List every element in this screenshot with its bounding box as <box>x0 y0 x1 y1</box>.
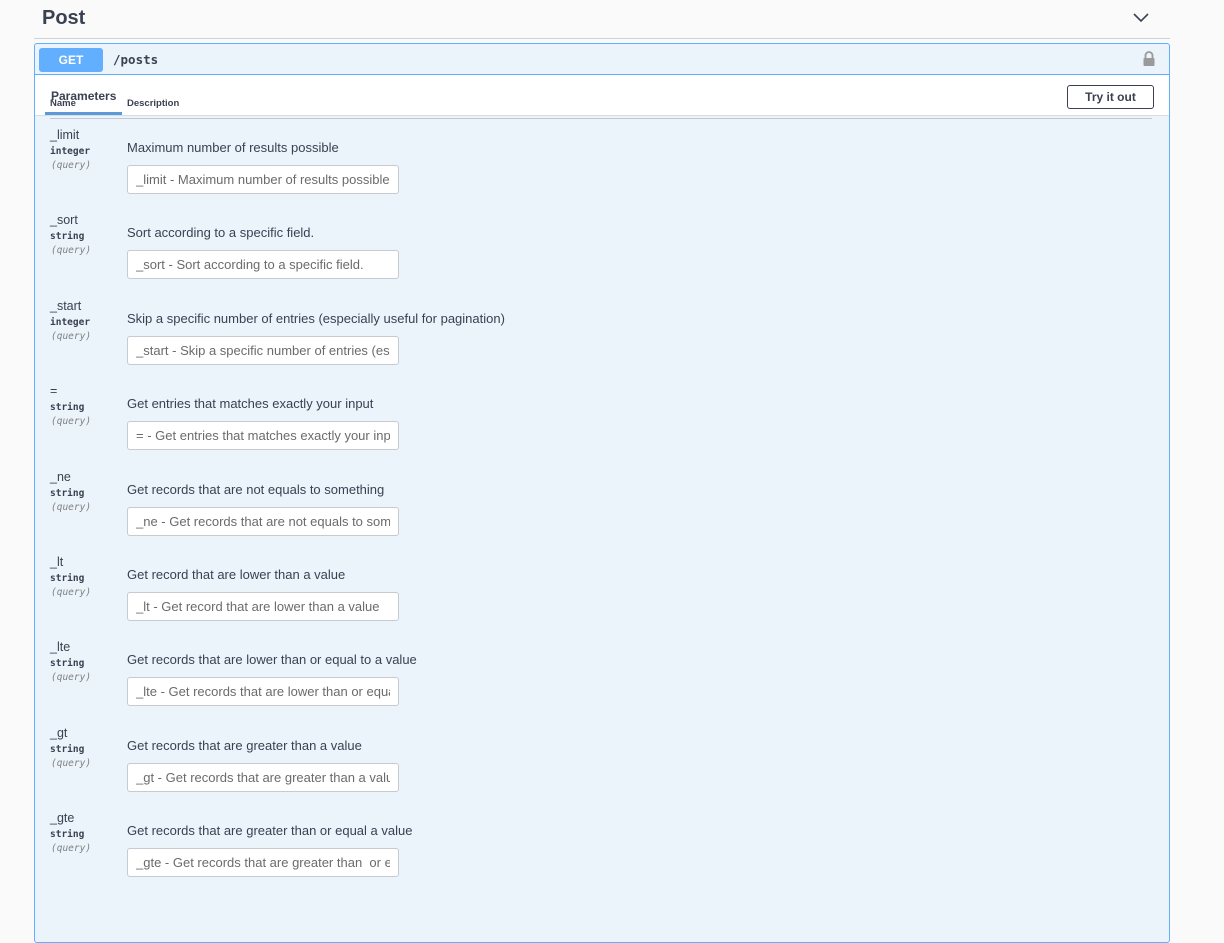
parameter-type: string <box>50 402 85 414</box>
parameter-description: Get records that are lower than or equal… <box>127 652 417 668</box>
table-row: _ltestring (query) Get records that are lo… <box>50 631 1152 716</box>
parameter-location: (query) <box>51 843 92 855</box>
parameter-description: Maximum number of results possible <box>127 140 339 155</box>
parameter-input[interactable] <box>127 591 399 621</box>
parameter-location: (query) <box>51 160 92 171</box>
parameter-name: _sort <box>50 213 78 228</box>
parameter-rows: _limitinteger (query) Maximum number of re… <box>50 119 1152 888</box>
parameter-name: = <box>50 384 58 399</box>
column-header-name: Name <box>50 98 76 109</box>
table-row: _sortstring (query) Sort according to a sp… <box>50 204 1152 289</box>
parameter-type: string <box>50 572 85 584</box>
chevron-down-icon[interactable] <box>1132 10 1150 24</box>
parameter-input[interactable] <box>127 250 399 280</box>
parameter-name: _start <box>50 298 82 313</box>
parameter-name: _lt <box>50 554 64 569</box>
parameter-input[interactable] <box>127 506 399 536</box>
parameter-type: string <box>50 487 85 499</box>
parameter-location: (query) <box>51 416 92 428</box>
parameter-input[interactable] <box>127 762 399 792</box>
parameter-name: _gt <box>50 725 68 740</box>
parameter-input[interactable] <box>127 335 399 365</box>
parameter-location: (query) <box>51 586 92 598</box>
tag-title: Post <box>42 7 86 29</box>
parameter-description: Get records that are not equals to somet… <box>127 481 385 497</box>
parameter-description: Get records that are greater than a valu… <box>127 737 362 753</box>
parameter-location: (query) <box>51 330 92 342</box>
parameter-type: string <box>50 829 85 841</box>
parameter-type: integer <box>50 316 91 328</box>
parameter-location: (query) <box>51 757 92 769</box>
parameter-description: Sort according to a specific field. <box>127 225 315 241</box>
parameter-description: Get records that are greater than or equ… <box>127 823 413 839</box>
parameter-name: _ne <box>50 469 71 484</box>
parameter-input[interactable] <box>127 165 399 194</box>
parameter-input[interactable] <box>127 677 399 707</box>
parameter-description: Get record that are lower than a value <box>127 566 346 582</box>
parameter-location: (query) <box>51 245 92 257</box>
operation-summary[interactable]: GET /posts <box>35 44 1169 75</box>
parameter-type: string <box>50 743 85 755</box>
parameter-description: Get entries that matches exactly your in… <box>127 396 374 412</box>
operation-path: /posts <box>113 52 159 67</box>
parameter-name: _lte <box>50 640 71 655</box>
tag-section: Post GET /posts Parameters Try it out Na… <box>34 0 1170 943</box>
parameter-type: string <box>50 658 85 670</box>
parameter-location: (query) <box>51 672 92 684</box>
table-row: _ltstring (query) Get record that are lowe… <box>50 546 1152 631</box>
table-row: _limitinteger (query) Maximum number of re… <box>50 119 1152 204</box>
parameter-input[interactable] <box>127 848 399 878</box>
table-row: _nestring (query) Get records that are not… <box>50 461 1152 546</box>
parameter-name: _limit <box>50 128 80 142</box>
parameters-table: Name Description _limitinteger (query) Max… <box>50 94 1152 888</box>
parameter-description: Skip a specific number of entries (espec… <box>127 310 505 326</box>
parameter-location: (query) <box>51 501 92 513</box>
parameter-name: _gte <box>50 811 75 826</box>
method-badge: GET <box>39 48 103 72</box>
parameter-input[interactable] <box>127 421 399 451</box>
table-row: _gtestring (query) Get records that are gr… <box>50 802 1152 887</box>
parameter-type: string <box>50 231 85 243</box>
parameter-type: integer <box>50 146 91 157</box>
table-row: = string (query) Get entries that matches e… <box>50 375 1152 460</box>
table-header: Name Description <box>50 94 1152 119</box>
tag-header[interactable]: Post <box>34 0 1170 39</box>
table-row: _gtstring (query) Get records that are gre… <box>50 717 1152 802</box>
column-header-description: Description <box>127 98 180 109</box>
lock-icon[interactable] <box>1142 51 1156 67</box>
table-row: _startinteger (query) Skip a specific numb… <box>50 290 1152 375</box>
